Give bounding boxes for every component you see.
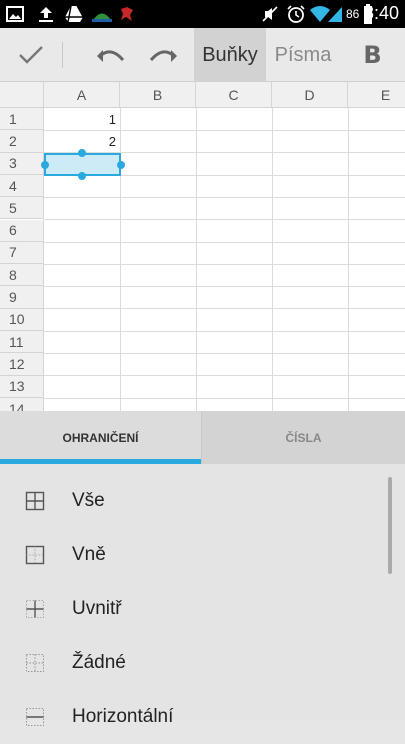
clock: 8:40: [363, 3, 399, 23]
status-bar: 86 8:40: [0, 0, 405, 28]
undo-button[interactable]: [84, 28, 136, 82]
border-none-icon: [26, 654, 44, 672]
select-all-corner[interactable]: [0, 82, 44, 108]
column-header-a[interactable]: A: [44, 82, 120, 108]
format-panel: OHRANIČENÍ ČÍSLA Vše Vně Uvnitř Žádné Ho…: [0, 411, 405, 727]
gridline: [44, 196, 405, 198]
row-header-12[interactable]: 12: [0, 353, 44, 376]
tab-fonts[interactable]: Písma: [266, 28, 340, 82]
border-option-outer[interactable]: Vně: [0, 528, 385, 582]
gridline: [272, 108, 273, 411]
redo-button[interactable]: [138, 28, 190, 82]
column-header-c[interactable]: C: [196, 82, 272, 108]
row-header-1[interactable]: 1: [0, 108, 44, 131]
row-header-6[interactable]: 6: [0, 219, 44, 242]
tab-cells[interactable]: Buňky: [194, 28, 266, 82]
column-header-d[interactable]: D: [272, 82, 348, 108]
toolbar-divider: [62, 42, 63, 68]
active-tab-indicator: [0, 459, 201, 464]
image-notification-icon: [6, 4, 24, 24]
gridline: [44, 330, 405, 332]
toolbar: Buňky Písma B: [0, 28, 405, 82]
options-scrollbar[interactable]: [388, 477, 392, 574]
row-header-3[interactable]: 3: [0, 152, 44, 175]
gridline: [348, 108, 349, 411]
battery-percent: 86: [346, 4, 359, 24]
gridline: [196, 108, 197, 411]
column-header-e[interactable]: E: [348, 82, 405, 108]
confirm-button[interactable]: [0, 28, 62, 82]
selection-handle-left[interactable]: [41, 160, 49, 169]
selection-handle-right[interactable]: [117, 160, 125, 169]
tab-numbers[interactable]: ČÍSLA: [202, 411, 405, 464]
redo-icon: [149, 50, 177, 62]
selection-handle-bottom[interactable]: [78, 172, 86, 180]
border-option-label: Vše: [72, 490, 105, 511]
mute-icon: [262, 4, 278, 24]
border-all-icon: [25, 491, 45, 511]
checkmark-icon: [19, 46, 43, 64]
border-inner-icon: [26, 600, 44, 618]
weather-icon: [91, 4, 113, 24]
row-header-7[interactable]: 7: [0, 241, 44, 265]
spreadsheet-grid[interactable]: A B C D E 1 2 3 4 5 6 7 8 9 10 11 12 13 …: [0, 82, 405, 411]
gridline: [44, 375, 405, 377]
border-option-label: Horizontální: [72, 706, 174, 727]
row-header-5[interactable]: 5: [0, 197, 44, 220]
battery-percent-text: 86: [346, 7, 360, 21]
selection-handle-top[interactable]: [78, 149, 86, 157]
row-header-14[interactable]: 14: [0, 397, 44, 411]
border-option-inner[interactable]: Uvnitř: [0, 582, 385, 636]
gridline: [44, 286, 405, 288]
border-horizontal-icon: [26, 708, 44, 726]
border-option-none[interactable]: Žádné: [0, 636, 385, 690]
gridline: [44, 397, 405, 399]
gridline: [44, 263, 405, 265]
row-header-11[interactable]: 11: [0, 331, 44, 354]
alarm-icon: [286, 4, 306, 24]
gridline: [44, 308, 405, 310]
signal-icon: [327, 4, 343, 24]
row-header-13[interactable]: 13: [0, 375, 44, 398]
gridline: [44, 353, 405, 354]
cell-a1[interactable]: 1: [45, 109, 119, 131]
bold-button[interactable]: B: [340, 28, 405, 82]
drive-icon: [64, 4, 84, 24]
undo-icon: [97, 50, 125, 62]
format-tabs: OHRANIČENÍ ČÍSLA: [0, 411, 405, 464]
upload-icon: [37, 4, 55, 24]
row-header-4[interactable]: 4: [0, 174, 44, 198]
row-header-10[interactable]: 10: [0, 308, 44, 331]
app-notification-icon: [118, 4, 136, 24]
border-option-all[interactable]: Vše: [0, 474, 385, 528]
border-outer-icon: [25, 545, 45, 565]
gridline: [44, 241, 405, 243]
row-header-2[interactable]: 2: [0, 130, 44, 153]
border-option-label: Žádné: [72, 652, 126, 673]
border-option-label: Vně: [72, 544, 106, 565]
gridline: [44, 219, 405, 221]
column-header-b[interactable]: B: [120, 82, 196, 108]
row-header-9[interactable]: 9: [0, 286, 44, 309]
border-option-label: Uvnitř: [72, 598, 122, 619]
row-header-8[interactable]: 8: [0, 264, 44, 287]
border-option-horizontal[interactable]: Horizontální: [0, 690, 385, 744]
tab-borders[interactable]: OHRANIČENÍ: [0, 411, 201, 464]
